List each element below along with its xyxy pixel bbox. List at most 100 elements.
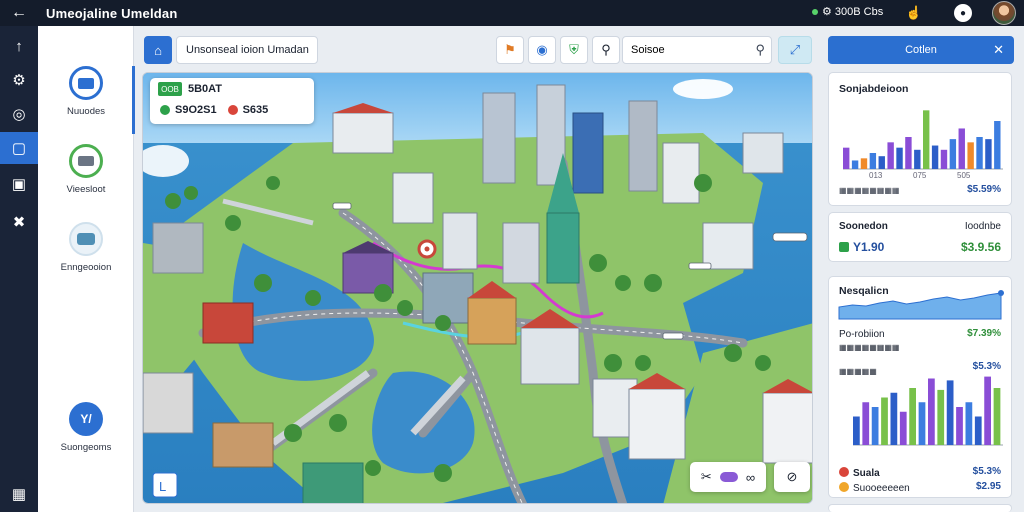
home-icon[interactable]: ⌂ xyxy=(144,36,172,64)
bar-chart-3 xyxy=(853,376,1003,446)
card-footer-label: ▦▦▦▦▦▦▦▦ xyxy=(839,186,900,195)
city-map[interactable]: L xyxy=(142,72,813,504)
expand-icon[interactable]: ⤢ xyxy=(778,36,812,64)
card-right-title: Ioodnbe xyxy=(964,221,1001,232)
map-info-card[interactable]: OOB 5B0AT S9O2S1 S635 xyxy=(150,78,314,124)
row-label-text: Suooeeeeen xyxy=(853,483,910,494)
card-value-right: $3.9.56 xyxy=(960,240,1001,254)
chart-bar xyxy=(869,153,877,169)
chat-icon[interactable]: ● xyxy=(954,4,972,22)
chart-bar xyxy=(967,142,974,169)
card-title: Soonedon xyxy=(839,221,888,232)
row-label: ▦▦▦▦▦▦▦▦ xyxy=(839,343,900,352)
chart-bar xyxy=(853,416,860,445)
chart-bar xyxy=(965,402,973,445)
red-dot-icon xyxy=(227,105,238,115)
breadcrumb[interactable]: Unsonseal ioion Umadan xyxy=(176,36,318,64)
close-icon[interactable]: ✕ xyxy=(993,42,1004,58)
chart-bar xyxy=(890,392,898,445)
nav-label: Nuuodes xyxy=(66,106,106,117)
chart-bar xyxy=(937,389,945,445)
chart-bar xyxy=(956,407,963,445)
chart-bar xyxy=(923,110,930,169)
chart-bar xyxy=(851,160,859,169)
user-avatar[interactable] xyxy=(992,1,1016,25)
row-label: Po-robiion xyxy=(839,329,885,340)
chart-bar xyxy=(878,156,885,169)
side-nav: Nuuodes Vieesloot Enngeooion Y/ Suongeom… xyxy=(38,26,135,512)
row-value: $5.3% xyxy=(972,466,1001,477)
x-label: 505 xyxy=(957,171,971,180)
green-square-icon xyxy=(839,242,849,252)
nav-item-vieesloot[interactable]: Vieesloot xyxy=(38,144,134,195)
chart-bar xyxy=(862,402,870,445)
panel-header[interactable]: Cotlen ✕ xyxy=(828,36,1014,64)
target-icon[interactable]: ◎ xyxy=(0,98,38,130)
card-value-primary: S9O2S1 xyxy=(175,104,217,116)
card-value-left: Y1.90 xyxy=(839,240,884,254)
bus-icon xyxy=(69,222,103,256)
loop-icon[interactable]: ∞ xyxy=(746,470,755,485)
toggle-icon[interactable] xyxy=(719,472,738,482)
arrow-up-icon[interactable]: ↑ xyxy=(0,30,38,62)
card-value-left-text: Y1.90 xyxy=(853,240,885,254)
green-dot-icon xyxy=(160,105,170,115)
area-series xyxy=(838,292,1002,320)
building-icon[interactable]: ▦ xyxy=(0,478,38,510)
row-label: Suala xyxy=(839,467,880,479)
hand-icon[interactable]: ☝ xyxy=(904,3,924,23)
orange-dot-icon xyxy=(839,482,849,492)
chart-bar xyxy=(918,402,926,445)
svg-text:L: L xyxy=(159,479,166,494)
x-label: 075 xyxy=(913,171,927,180)
image-icon[interactable]: ▣ xyxy=(0,168,38,200)
area-endpoint xyxy=(998,290,1004,296)
status-text: ⚙ 300B Cbs xyxy=(822,6,884,18)
chart-bar xyxy=(914,149,921,169)
search-icon[interactable]: ⚲ xyxy=(755,42,765,58)
map-controls-right: ⊘ xyxy=(774,462,810,492)
compass-icon[interactable]: ⊘ xyxy=(787,469,798,485)
chart-bar xyxy=(984,376,991,445)
stats-card-3: Nesqalicn Po-robiion $7.39% ▦▦▦▦▦▦▦▦ $5.… xyxy=(828,276,1012,498)
status-dot xyxy=(812,8,818,15)
map-toolbar: ⌂ Unsonseal ioion Umadan ⚑ ◉ ⛨ ⚲ ⚲ ⤢ xyxy=(142,34,814,66)
nav-item-suongeoms[interactable]: Y/ Suongeoms xyxy=(38,402,134,453)
card-footer-value: $5.59% xyxy=(967,184,1001,195)
card-value-secondary: S635 xyxy=(242,104,269,116)
chart-bar xyxy=(946,380,954,445)
scissors-icon[interactable]: ✂ xyxy=(701,469,712,485)
layers-icon[interactable]: ⚑ xyxy=(496,36,524,64)
status-indicator: ⚙ 300B Cbs xyxy=(812,5,883,18)
nav-label: Suongeoms xyxy=(60,442,112,453)
nav-item-enngeooion[interactable]: Enngeooion xyxy=(38,222,134,273)
monitor-icon xyxy=(69,66,103,100)
chart-bar xyxy=(974,416,982,445)
chart-bar xyxy=(899,411,907,445)
chart-bar xyxy=(887,142,894,169)
pin-icon[interactable]: ⚲ xyxy=(592,36,620,64)
row-label: Suooeeeeen xyxy=(839,482,910,494)
chart-bar xyxy=(994,121,1001,169)
pin-icon[interactable]: ✖ xyxy=(0,206,38,238)
app-title: Umeojaline Umeldan xyxy=(46,5,178,21)
chart-bar xyxy=(931,145,939,169)
x-label: 013 xyxy=(869,171,883,180)
map-canvas[interactable]: L xyxy=(143,73,813,504)
left-rail: ↑ ⚙ ◎ ▢ ▣ ✖ ▦ xyxy=(0,26,38,512)
chart-bar xyxy=(949,139,957,169)
card-values: S9O2S1 S635 xyxy=(160,104,268,116)
search-box: ⚲ xyxy=(622,36,772,64)
gear-icon[interactable]: ⚙ xyxy=(0,64,38,96)
chart-bar xyxy=(993,388,1001,445)
back-arrow-icon[interactable]: ← xyxy=(0,0,38,26)
search-input[interactable] xyxy=(623,37,743,63)
chart-bar xyxy=(940,149,948,169)
nav-item-nuuodes[interactable]: Nuuodes xyxy=(38,66,134,117)
square-icon[interactable]: ▢ xyxy=(0,132,38,164)
row-value: $2.95 xyxy=(975,481,1001,492)
globe-icon[interactable]: ◉ xyxy=(528,36,556,64)
chart-bar xyxy=(928,378,935,445)
shield-icon[interactable]: ⛨ xyxy=(560,36,588,64)
row-value: $7.39% xyxy=(967,328,1001,339)
